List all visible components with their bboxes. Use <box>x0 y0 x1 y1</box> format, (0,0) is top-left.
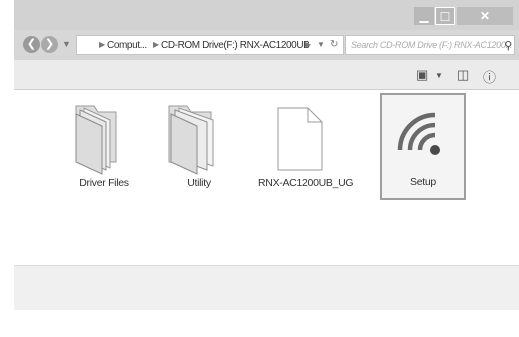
document-icon <box>277 107 323 171</box>
folder-icon <box>168 105 214 175</box>
recent-locations-chevron-icon[interactable]: ▼ <box>62 39 71 49</box>
explorer-window: ▁ ☐ ✕ ❮ ❯ ▼ ▶ Comput... ▶ CD-ROM Drive(F… <box>14 0 519 310</box>
breadcrumb-separator-icon: ▶ <box>99 40 105 49</box>
back-button[interactable]: ❮ <box>23 36 40 53</box>
folder-icon <box>75 105 117 175</box>
search-input[interactable]: Search CD-ROM Drive (F:) RNX-AC1200... ⚲ <box>345 35 515 55</box>
file-item-label: Driver Files <box>79 177 129 189</box>
file-item-setup[interactable]: Setup <box>380 93 466 200</box>
title-bar: ▁ ☐ ✕ <box>14 0 519 30</box>
close-button[interactable]: ✕ <box>457 7 513 25</box>
forward-button[interactable]: ❯ <box>41 36 58 53</box>
breadcrumb-separator-icon: ▶ <box>305 40 311 49</box>
help-icon[interactable]: ⓘ <box>483 67 496 86</box>
status-bar <box>14 265 519 310</box>
breadcrumb-separator-icon: ▶ <box>153 40 159 49</box>
search-icon[interactable]: ⚲ <box>504 39 512 52</box>
file-item-rnx-ac1200ub-ug[interactable]: RNX-AC1200UB_UG <box>258 98 354 198</box>
file-list-pane: Driver Files Utility RNX-AC1200UB_UG Set… <box>14 90 519 265</box>
file-item-utility[interactable]: Utility <box>157 98 241 198</box>
breadcrumb-computer[interactable]: Comput... <box>107 40 147 51</box>
command-bar: ▣ ▼ ◫ ⓘ <box>14 60 519 90</box>
maximize-button[interactable]: ☐ <box>435 7 455 25</box>
minimize-button[interactable]: ▁ <box>414 7 434 25</box>
view-options-icon[interactable]: ▣ <box>416 67 428 83</box>
wifi-setup-icon <box>396 105 450 159</box>
navigation-bar: ❮ ❯ ▼ ▶ Comput... ▶ CD-ROM Drive(F:) RNX… <box>14 30 519 60</box>
preview-pane-icon[interactable]: ◫ <box>457 67 469 83</box>
search-placeholder: Search CD-ROM Drive (F:) RNX-AC1200... <box>351 40 513 50</box>
refresh-icon[interactable]: ↻ <box>330 39 338 50</box>
file-item-label: Setup <box>410 176 436 188</box>
view-options-chevron-icon[interactable]: ▼ <box>435 71 443 80</box>
file-item-driver-files[interactable]: Driver Files <box>62 98 146 198</box>
file-item-label: Utility <box>187 177 211 189</box>
address-history-chevron-icon[interactable]: ▼ <box>317 40 325 49</box>
breadcrumb-cd-rom-drive[interactable]: CD-ROM Drive(F:) RNX-AC1200UB <box>161 40 310 51</box>
file-item-label: RNX-AC1200UB_UG <box>258 177 354 189</box>
address-bar[interactable]: ▶ Comput... ▶ CD-ROM Drive(F:) RNX-AC120… <box>76 35 344 55</box>
